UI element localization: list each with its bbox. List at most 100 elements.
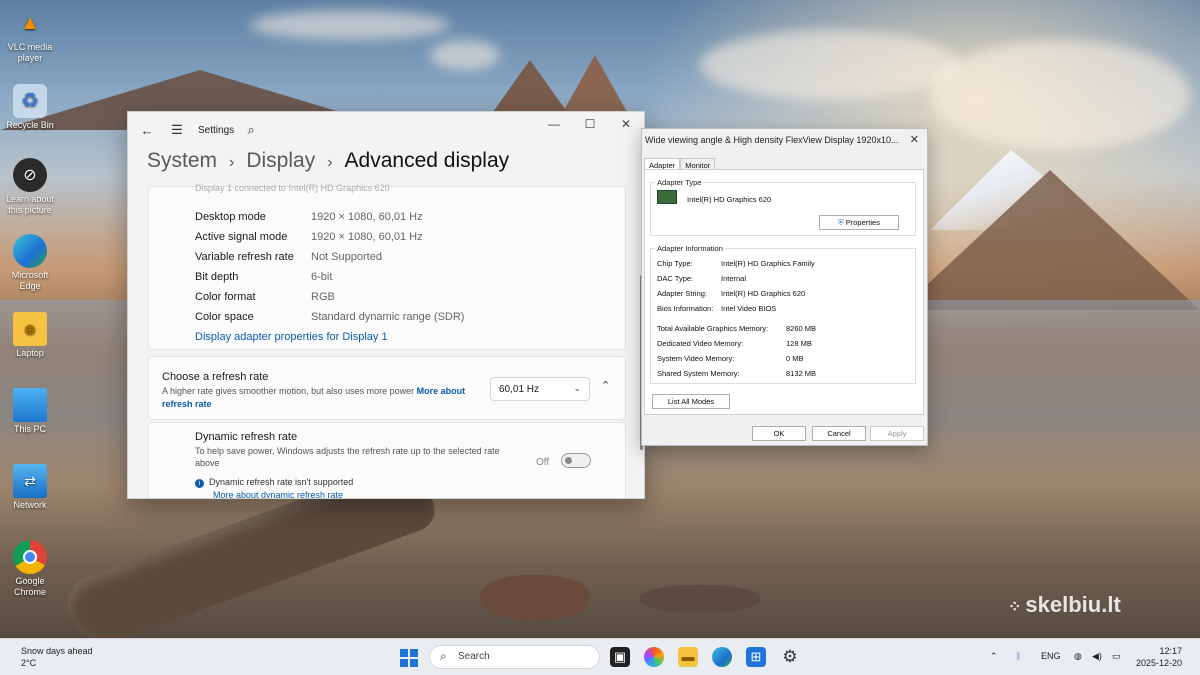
list-all-modes-button[interactable]: List All Modes bbox=[652, 394, 730, 409]
adapter-type-label: Adapter Type bbox=[655, 178, 704, 187]
taskbar-search[interactable]: ⌕ Search bbox=[429, 645, 600, 669]
info-label-bit-depth: Bit depth bbox=[195, 271, 239, 283]
refresh-rate-desc: A higher rate gives smoother motion, but… bbox=[162, 386, 466, 409]
desktop-icon-this-pc[interactable]: This PC bbox=[2, 388, 58, 435]
adapter-info-group bbox=[650, 248, 916, 384]
dynamic-refresh-title: Dynamic refresh rate bbox=[195, 431, 298, 443]
ok-button[interactable]: OK bbox=[752, 426, 806, 441]
refresh-rate-selected: 60,01 Hz bbox=[499, 384, 540, 395]
minimize-button[interactable]: — bbox=[536, 112, 572, 136]
task-view-icon[interactable]: ▣ bbox=[610, 647, 630, 667]
copilot-icon[interactable] bbox=[644, 647, 664, 667]
info-value-bit-depth: 6-bit bbox=[311, 271, 333, 283]
close-icon[interactable]: ✕ bbox=[910, 133, 919, 146]
chevron-right-icon: › bbox=[327, 154, 333, 171]
desktop-icon-laptop[interactable]: ☻ Laptop bbox=[2, 312, 58, 359]
bluetooth-icon[interactable]: ᛒ bbox=[1016, 651, 1021, 661]
settings-gear-icon[interactable]: ⚙ bbox=[780, 647, 800, 667]
menu-icon[interactable]: ☰ bbox=[162, 122, 192, 138]
maximize-button[interactable]: ☐ bbox=[572, 112, 608, 136]
store-icon[interactable]: ⊞ bbox=[746, 647, 766, 667]
adapter-properties-dialog: Wide viewing angle & High density FlexVi… bbox=[641, 128, 928, 446]
chrome-icon bbox=[13, 540, 47, 574]
desktop-icon-chrome[interactable]: Google Chrome bbox=[2, 540, 58, 598]
desktop-icon-network[interactable]: ⇄ Network bbox=[2, 464, 58, 511]
page-title: Advanced display bbox=[344, 149, 510, 172]
cancel-button[interactable]: Cancel bbox=[812, 426, 866, 441]
adapter-properties-link[interactable]: Display adapter properties for Display 1 bbox=[195, 331, 388, 343]
adapter-name: Intel(R) HD Graphics 620 bbox=[687, 195, 772, 204]
memory-key: Total Available Graphics Memory: bbox=[657, 324, 769, 333]
dynamic-refresh-card: Dynamic refresh rate To help save power,… bbox=[148, 422, 626, 498]
info-value-active-signal: 1920 × 1080, 60,01 Hz bbox=[311, 231, 423, 243]
apply-button[interactable]: Apply bbox=[870, 426, 924, 441]
network-icon: ⇄ bbox=[13, 464, 47, 498]
desktop-icon-edge[interactable]: Microsoft Edge bbox=[2, 234, 58, 292]
globe-icon[interactable]: ◍ bbox=[1074, 651, 1082, 662]
close-button[interactable]: ✕ bbox=[608, 112, 644, 136]
properties-button[interactable]: ⛨ Properties bbox=[819, 215, 899, 230]
refresh-rate-dropdown[interactable]: 60,01 Hz ⌄ bbox=[490, 377, 590, 401]
info-value: Internal bbox=[721, 274, 747, 283]
dynamic-refresh-toggle[interactable] bbox=[561, 453, 591, 468]
refresh-rate-title: Choose a refresh rate bbox=[162, 371, 269, 383]
chevron-up-icon[interactable]: ⌃ bbox=[601, 379, 610, 392]
weather-temp: 2°C bbox=[21, 658, 37, 668]
chevron-up-icon[interactable]: ⌃ bbox=[990, 651, 998, 662]
toggle-state-label: Off bbox=[536, 457, 550, 468]
vlc-icon: ▲ bbox=[20, 11, 40, 34]
folder-user-icon: ☻ bbox=[13, 312, 47, 346]
recycle-bin-icon: ♻ bbox=[13, 84, 47, 118]
search-icon: ⌕ bbox=[440, 649, 447, 663]
info-label-vrr: Variable refresh rate bbox=[195, 251, 294, 263]
dialog-title: Wide viewing angle & High density FlexVi… bbox=[645, 135, 899, 145]
info-value: Intel(R) HD Graphics Family bbox=[721, 259, 815, 268]
app-title: Settings bbox=[198, 124, 235, 136]
desktop-icon-vlc[interactable]: ▲ VLC media player bbox=[2, 6, 58, 64]
desktop-icon-recycle-bin[interactable]: ♻ Recycle Bin bbox=[2, 84, 58, 131]
info-icon: i bbox=[195, 479, 204, 488]
memory-key: Dedicated Video Memory: bbox=[657, 339, 744, 348]
desktop-icon-learn[interactable]: ⊘ Learn about this picture bbox=[2, 158, 58, 216]
weather-widget[interactable]: Snow days ahead 2°C bbox=[21, 645, 93, 669]
language-indicator[interactable]: ENG bbox=[1041, 651, 1061, 661]
start-button[interactable] bbox=[400, 649, 418, 667]
settings-titlebar: ← ☰ Settings ⌕ — ☐ ✕ bbox=[128, 112, 644, 148]
volume-icon[interactable]: ◀) bbox=[1092, 651, 1102, 662]
settings-window: ← ☰ Settings ⌕ — ☐ ✕ System › Display › Adva… bbox=[127, 111, 645, 499]
dynamic-refresh-desc: To help save power, Windows adjusts the … bbox=[195, 446, 500, 468]
battery-icon[interactable]: ▭ bbox=[1112, 651, 1121, 662]
info-label-desktop-mode: Desktop mode bbox=[195, 211, 266, 223]
edge-icon[interactable] bbox=[712, 647, 732, 667]
display-info-header: Display 1 connected to Intel(R) HD Graph… bbox=[195, 183, 390, 193]
info-key: DAC Type: bbox=[657, 274, 694, 283]
info-label-color-space: Color space bbox=[195, 311, 254, 323]
search-placeholder: Search bbox=[458, 651, 490, 662]
memory-value: 8260 MB bbox=[786, 324, 817, 333]
chevron-down-icon: ⌄ bbox=[573, 383, 581, 393]
breadcrumb-display[interactable]: Display bbox=[246, 149, 315, 172]
info-value-vrr: Not Supported bbox=[311, 251, 382, 263]
info-key: Bios Information: bbox=[657, 304, 714, 313]
shield-icon: ⛨ bbox=[838, 218, 844, 227]
graphics-card-icon bbox=[657, 190, 677, 204]
breadcrumb-system[interactable]: System bbox=[147, 149, 217, 172]
back-arrow-icon[interactable]: ← bbox=[132, 123, 162, 138]
adapter-info-label: Adapter Information bbox=[655, 244, 725, 253]
memory-key: System Video Memory: bbox=[657, 354, 735, 363]
search-icon[interactable]: ⌕ bbox=[236, 122, 266, 138]
info-label-active-signal: Active signal mode bbox=[195, 231, 288, 243]
info-value-desktop-mode: 1920 × 1080, 60,01 Hz bbox=[311, 211, 423, 223]
info-key: Chip Type: bbox=[657, 259, 693, 268]
clock[interactable]: 12:17 2025-12-20 bbox=[1136, 645, 1182, 669]
memory-value: 8132 MB bbox=[786, 369, 817, 378]
taskbar: Snow days ahead 2°C ⌕ Search ▣ ▬ ⊞ ⚙ ⌃ ᛒ… bbox=[0, 638, 1200, 675]
info-value-color-space: Standard dynamic range (SDR) bbox=[311, 311, 465, 323]
file-explorer-icon[interactable]: ▬ bbox=[678, 647, 698, 667]
info-value: Intel Video BIOS bbox=[721, 304, 777, 313]
edge-icon bbox=[13, 234, 47, 268]
more-about-dynamic-link[interactable]: More about dynamic refresh rate bbox=[213, 490, 343, 498]
learn-icon: ⊘ bbox=[13, 158, 47, 192]
info-key: Adapter String: bbox=[657, 289, 708, 298]
clock-time: 12:17 bbox=[1159, 646, 1183, 656]
